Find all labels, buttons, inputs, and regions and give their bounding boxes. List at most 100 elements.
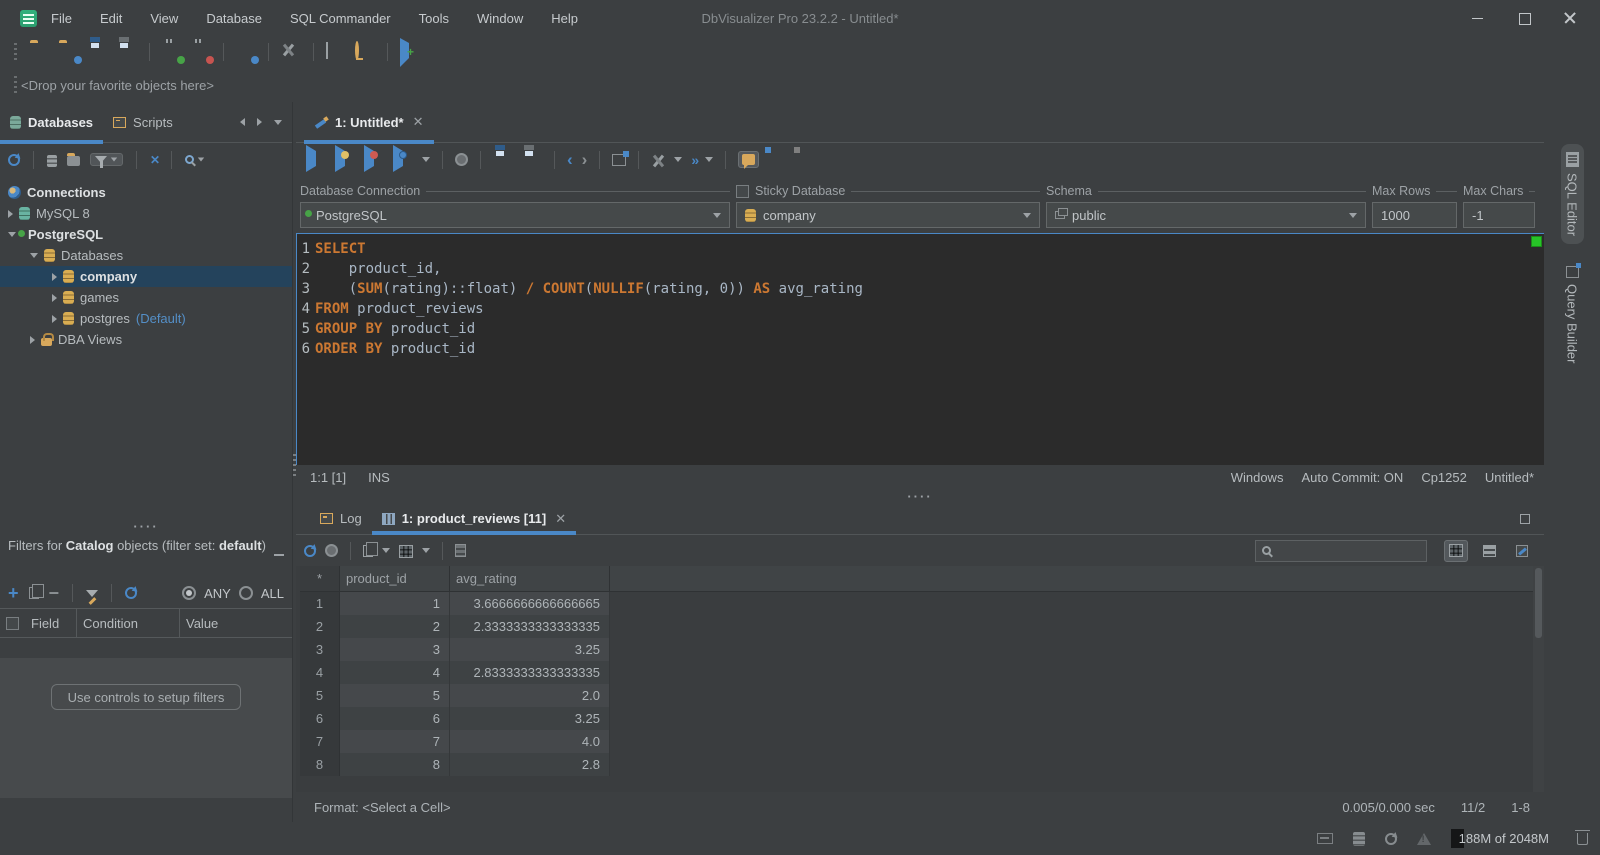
keyboard-status-icon[interactable]	[1316, 833, 1333, 844]
tree-item-connections[interactable]: Connections	[0, 182, 292, 203]
menu-item-tools[interactable]: Tools	[419, 11, 449, 26]
filter-col-value[interactable]: Value	[180, 609, 292, 637]
remove-filter-button[interactable]: −	[49, 584, 60, 602]
result-as-grid-button[interactable]	[768, 151, 788, 169]
tree-item-postgres[interactable]: postgres (Default)	[0, 308, 292, 329]
database-select[interactable]: company	[736, 202, 1040, 228]
table-row[interactable]: 4 4 2.8333333333333335	[300, 661, 1544, 684]
result-as-text-button[interactable]	[797, 151, 817, 169]
export-options-icon[interactable]	[382, 548, 390, 553]
execute-options-icon[interactable]	[422, 157, 430, 162]
grid-view-button[interactable]	[1444, 539, 1468, 562]
toolbar-drag-handle[interactable]	[14, 43, 17, 61]
execute-button[interactable]	[306, 144, 326, 172]
table-row[interactable]: 6 6 3.25	[300, 707, 1544, 730]
create-connection-button[interactable]	[47, 153, 57, 167]
text-view-button[interactable]	[1477, 540, 1501, 562]
table-row[interactable]: 8 8 2.8	[300, 753, 1544, 776]
tree-item-databases[interactable]: Databases	[0, 245, 292, 266]
table-row[interactable]: 5 5 2.0	[300, 684, 1544, 707]
edit-table-button[interactable]	[1510, 540, 1534, 562]
sticky-database-checkbox[interactable]	[736, 184, 749, 198]
tree-item-dba-views[interactable]: DBA Views	[0, 329, 292, 350]
tab-result-product-reviews[interactable]: 1: product_reviews [11] ✕	[371, 503, 577, 535]
disconnect-button[interactable]	[191, 43, 214, 64]
garbage-collect-icon[interactable]	[1575, 829, 1590, 845]
close-result-tab-icon[interactable]: ✕	[555, 511, 566, 527]
grid-options-button[interactable]	[399, 545, 413, 558]
table-row[interactable]: 7 7 4.0	[300, 730, 1544, 753]
menu-item-window[interactable]: Window	[477, 11, 523, 26]
filter-col-field[interactable]: Field	[25, 609, 77, 637]
table-row[interactable]: 3 3 3.25	[300, 638, 1544, 661]
chevron-right-icon[interactable]	[52, 272, 57, 281]
max-rows-input[interactable]: 1000	[1372, 202, 1457, 228]
minimize-icon[interactable]	[1472, 12, 1484, 24]
filter-select-all-checkbox[interactable]	[6, 616, 19, 630]
grid-options-menu-icon[interactable]	[422, 548, 430, 553]
auto-commit-status[interactable]: Auto Commit: ON	[1301, 470, 1403, 485]
tree-item-games[interactable]: games	[0, 287, 292, 308]
maximize-results-icon[interactable]	[1520, 513, 1530, 524]
filter-col-condition[interactable]: Condition	[77, 609, 180, 637]
connection-select[interactable]: PostgreSQL	[300, 202, 730, 228]
minimize-filters-icon[interactable]	[274, 554, 284, 556]
line-ending[interactable]: Windows	[1231, 470, 1284, 485]
add-filter-button[interactable]: +	[8, 584, 19, 602]
chevron-right-icon[interactable]	[52, 314, 57, 323]
add-favorite-button[interactable]	[400, 38, 420, 67]
tree-item-company[interactable]: company	[0, 266, 292, 287]
grid-col-avg-rating[interactable]: avg_rating	[450, 566, 610, 592]
chevron-right-icon[interactable]	[30, 335, 35, 344]
sidebar-splitter-handle[interactable]: ····	[0, 519, 292, 534]
close-tab-icon[interactable]: ✕	[413, 114, 424, 130]
table-row[interactable]: 2 2 2.3333333333333335	[300, 615, 1544, 638]
copy-filter-button[interactable]	[28, 584, 44, 599]
explain-plan-button[interactable]	[393, 144, 413, 172]
chevron-down-icon[interactable]	[8, 232, 16, 237]
favorites-drag-handle[interactable]	[14, 76, 17, 94]
menu-item-edit[interactable]: Edit	[100, 11, 122, 26]
menu-item-help[interactable]: Help	[551, 11, 578, 26]
tab-untitled-editor[interactable]: 1: Untitled* ✕	[304, 102, 434, 144]
scheduler-button[interactable]	[326, 42, 346, 61]
grid-scrollbar[interactable]	[1533, 566, 1544, 792]
tab-query-builder[interactable]: Query Builder	[1561, 258, 1584, 371]
open-file-button[interactable]	[30, 43, 50, 61]
setup-filters-button[interactable]: Use controls to setup filters	[50, 684, 242, 710]
apply-filters-button[interactable]	[125, 587, 138, 599]
tool-properties-button[interactable]	[281, 43, 301, 61]
locate-in-tree-button[interactable]	[185, 155, 205, 164]
stop-button[interactable]	[455, 153, 468, 166]
tree-item-postgresql[interactable]: PostgreSQL	[0, 224, 292, 245]
sync-status-icon[interactable]	[1384, 832, 1397, 845]
tab-next-icon[interactable]	[257, 118, 262, 126]
editor-settings-button[interactable]	[651, 154, 665, 168]
filter-objects-button[interactable]	[90, 153, 123, 168]
tab-sql-editor[interactable]: SQL Editor	[1560, 144, 1584, 245]
memory-indicator[interactable]: 188M of 2048M	[1450, 829, 1557, 848]
continue-execute-button[interactable]: »	[691, 152, 699, 168]
editor-settings-menu-icon[interactable]	[674, 157, 683, 162]
refresh-objects-button[interactable]	[8, 153, 20, 166]
menu-item-database[interactable]: Database	[206, 11, 262, 26]
maximize-icon[interactable]	[1518, 12, 1531, 25]
table-row[interactable]: 1 1 3.6666666666666665	[300, 592, 1544, 615]
editor-save-button[interactable]	[493, 151, 513, 169]
execute-current-button[interactable]	[335, 144, 355, 172]
result-search-input[interactable]	[1255, 539, 1427, 562]
encoding[interactable]: Cp1252	[1421, 470, 1467, 485]
sql-editor[interactable]: 1 SELECT 2 product_id, 3 (SUM(rating)::floa…	[296, 233, 1544, 465]
execute-buffer-button[interactable]	[364, 144, 384, 172]
sql-formatter-button[interactable]	[612, 150, 630, 166]
rerun-query-button[interactable]	[304, 544, 316, 557]
editor-save-as-button[interactable]	[522, 151, 542, 169]
max-chars-input[interactable]: -1	[1463, 202, 1535, 228]
continue-options-icon[interactable]	[705, 157, 714, 162]
chevron-right-icon[interactable]	[8, 209, 13, 218]
tree-item-mysql-8[interactable]: MySQL 8	[0, 203, 292, 224]
connect-button[interactable]	[162, 43, 185, 64]
tab-log[interactable]: Log	[310, 503, 372, 534]
collapse-all-button[interactable]: ✕	[150, 153, 160, 167]
warning-icon[interactable]	[1416, 832, 1431, 845]
